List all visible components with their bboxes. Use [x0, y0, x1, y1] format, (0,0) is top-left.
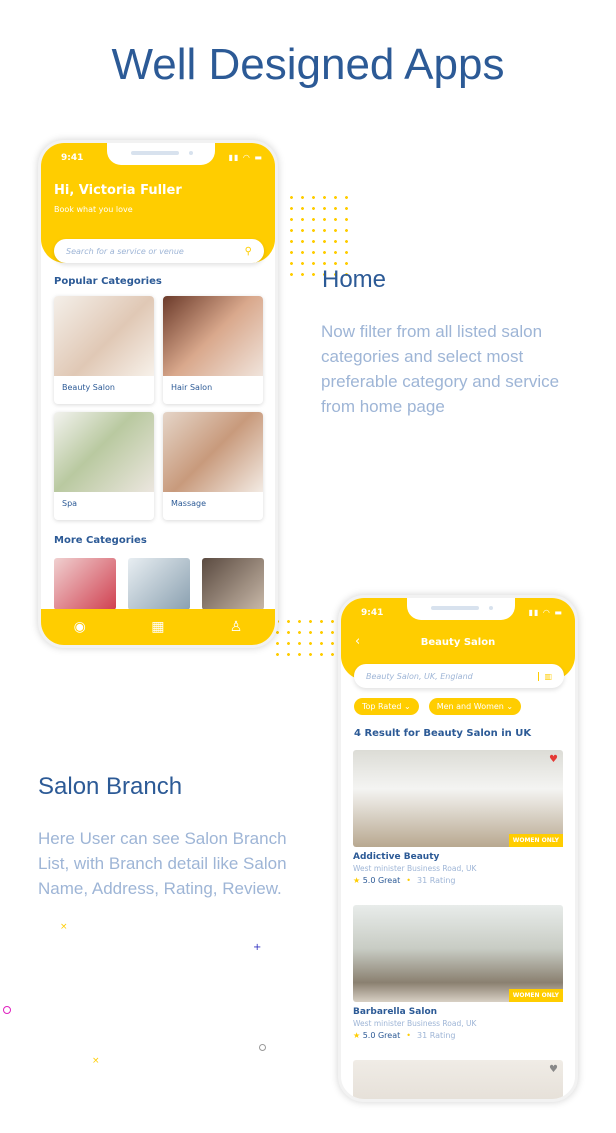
listing-card[interactable]: WOMEN ONLY Barbarella Salon West ministe…: [353, 905, 563, 1040]
listing-card[interactable]: ♥ WOMEN ONLY Addictive Beauty West minist…: [353, 750, 563, 885]
category-card-massage[interactable]: Massage: [163, 412, 263, 520]
page-title: Well Designed Apps: [111, 40, 505, 89]
bottom-nav: ◉ ▦ ♙: [41, 609, 275, 645]
results-title: 4 Result for Beauty Salon in UK: [354, 728, 532, 739]
more-category-item[interactable]: [128, 558, 190, 610]
filter-gender[interactable]: Men and Women ⌄: [428, 698, 522, 715]
search-icon[interactable]: ⚲: [245, 246, 252, 257]
notch: [107, 143, 215, 165]
more-category-item[interactable]: [202, 558, 264, 610]
listing-address: West minister Business Road, UK: [353, 1019, 477, 1028]
status-time: 9:41: [361, 608, 384, 618]
badge: WOMEN ONLY: [508, 834, 563, 847]
more-category-item[interactable]: [54, 558, 116, 610]
category-card-spa[interactable]: Spa: [54, 412, 154, 520]
home-description: Now filter from all listed salon categor…: [321, 322, 560, 416]
notch: [407, 598, 515, 620]
category-card-hair-salon[interactable]: Hair Salon: [163, 296, 263, 404]
star-icon: ★: [353, 1031, 361, 1040]
branch-heading: Salon Branch: [38, 773, 183, 800]
location-search-input[interactable]: Beauty Salon, UK, England ▥: [354, 664, 564, 688]
greeting-subtitle: Book what you love: [54, 205, 133, 214]
search-placeholder: Search for a service or venue: [66, 246, 184, 256]
heart-icon[interactable]: ♥: [549, 754, 558, 765]
heart-icon[interactable]: ♥: [549, 1064, 558, 1075]
listing-rating: ★ 5.0 Great • 31 Rating: [353, 876, 456, 885]
search-input[interactable]: Search for a service or venue ⚲: [54, 239, 264, 263]
decor-plus: +: [253, 942, 262, 953]
map-icon[interactable]: ▥: [538, 671, 552, 681]
listing-name: Addictive Beauty: [353, 852, 440, 862]
search-value: Beauty Salon, UK, England: [366, 671, 473, 681]
calendar-icon[interactable]: ▦: [151, 619, 164, 635]
listing-address: West minister Business Road, UK: [353, 864, 477, 873]
user-icon[interactable]: ♙: [230, 619, 243, 635]
compass-icon[interactable]: ◉: [74, 619, 86, 635]
status-icons: ▮▮ ◠ ▬: [528, 608, 563, 617]
listing-card[interactable]: ♥: [353, 1060, 563, 1099]
screen-title: Beauty Salon: [420, 637, 496, 648]
decor-circle: [259, 1044, 266, 1051]
branch-description: Here User can see Salon Branch List, wit…: [38, 829, 287, 898]
greeting: Hi, Victoria Fuller: [54, 183, 182, 198]
salon-list-phone: 9:41 ▮▮ ◠ ▬ ‹ Beauty Salon Beauty Salon,…: [338, 595, 578, 1102]
decor-cross: ×: [92, 1056, 100, 1066]
badge: WOMEN ONLY: [508, 989, 563, 1002]
decor-dots: [272, 616, 338, 656]
listing-name: Barbarella Salon: [353, 1007, 438, 1017]
star-icon: ★: [353, 876, 361, 885]
category-card-beauty-salon[interactable]: Beauty Salon: [54, 296, 154, 404]
status-time: 9:41: [61, 153, 84, 163]
decor-circle: [3, 1006, 11, 1014]
status-icons: ▮▮ ◠ ▬: [228, 153, 263, 162]
home-heading: Home: [322, 266, 387, 293]
listing-rating: ★ 5.0 Great • 31 Rating: [353, 1031, 456, 1040]
more-categories-title: More Categories: [54, 535, 147, 546]
filter-top-rated[interactable]: Top Rated ⌄: [354, 698, 419, 715]
popular-categories-title: Popular Categories: [54, 276, 162, 287]
decor-cross: ×: [60, 922, 68, 932]
home-phone: 9:41 ▮▮ ◠ ▬ Hi, Victoria Fuller Book wha…: [38, 140, 278, 648]
